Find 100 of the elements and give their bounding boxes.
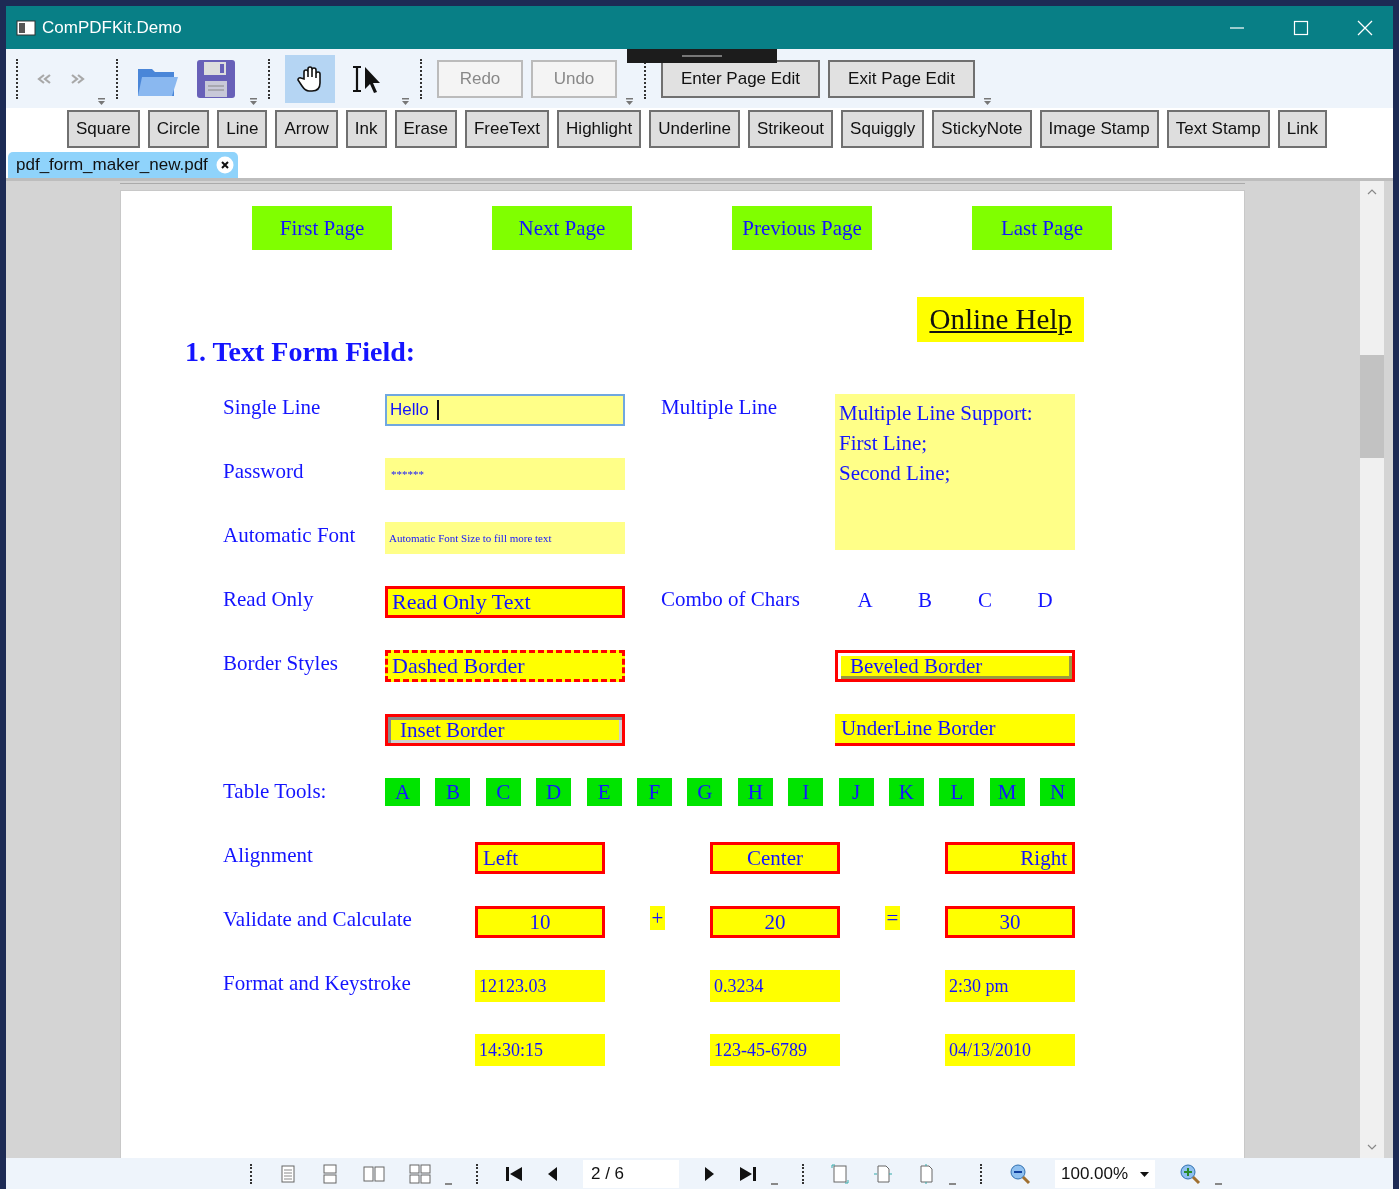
table-tool-button[interactable]: J	[838, 778, 874, 806]
app-icon	[16, 19, 36, 36]
zoom-dropdown[interactable]: 100.00%	[1055, 1159, 1156, 1188]
pdf-nav-button[interactable]: First Page	[252, 206, 392, 250]
text-line: First Line;	[839, 430, 928, 457]
table-tool-button[interactable]: D	[536, 778, 572, 806]
table-tool-button[interactable]: H	[737, 778, 773, 806]
table-tool-button[interactable]: F	[636, 778, 672, 806]
annotation-tool-button[interactable]: Ink	[345, 110, 387, 148]
text-field[interactable]: Hello	[385, 394, 625, 426]
text-line: Second Line;	[839, 460, 951, 487]
table-tool-button[interactable]: C	[485, 778, 521, 806]
annotation-tool-button[interactable]: Highlight	[557, 110, 642, 148]
annotation-tool-button[interactable]: Underline	[649, 110, 740, 148]
field-label: Password	[223, 458, 305, 485]
zoom-in-icon[interactable]	[1179, 1162, 1202, 1185]
text-field[interactable]: Right	[945, 842, 1075, 874]
text-field[interactable]: Beveled Border	[835, 650, 1075, 682]
text-field[interactable]: 04/13/2010	[945, 1034, 1075, 1066]
annotation-tool-button[interactable]: Square	[67, 110, 140, 148]
text-field[interactable]: 14:30:15	[475, 1034, 605, 1066]
multiline-text-field[interactable]: Multiple Line Support: First Line; Second Line;	[835, 394, 1075, 550]
table-tool-button[interactable]: L	[939, 778, 975, 806]
overflow-icon[interactable]	[249, 98, 258, 105]
overflow-icon[interactable]	[401, 98, 410, 105]
toolbar-button[interactable]: Enter Page Edit	[661, 59, 821, 98]
tab-label[interactable]: pdf_form_maker_new.pdf	[16, 155, 208, 175]
text-field[interactable]: Dashed Border	[385, 650, 625, 682]
fit-height-icon[interactable]	[917, 1163, 935, 1184]
text-field[interactable]: Read Only Text	[385, 586, 625, 618]
online-help-link[interactable]: Online Help	[917, 297, 1084, 342]
toolbar-button[interactable]: Exit Page Edit	[828, 59, 975, 98]
fit-width-icon[interactable]	[873, 1163, 893, 1184]
annotation-tool-button[interactable]: Arrow	[275, 110, 338, 148]
pdf-nav-button[interactable]: Last Page	[972, 206, 1112, 250]
scroll-down-icon[interactable]	[1367, 1144, 1377, 1150]
scroll-up-icon[interactable]	[1367, 189, 1377, 195]
pdf-nav-button[interactable]: Next Page	[492, 206, 632, 250]
annotation-tool-button[interactable]: StickyNote	[932, 110, 1032, 148]
vertical-scrollbar[interactable]	[1360, 181, 1384, 1158]
operator-label: +	[649, 906, 666, 930]
text-field[interactable]: ******	[385, 458, 625, 490]
first-page-icon[interactable]	[505, 1164, 523, 1183]
annotation-tool-button[interactable]: Erase	[394, 110, 457, 148]
annotation-tool-button[interactable]: Strikeout	[748, 110, 834, 148]
text-field[interactable]: 123-45-6789	[710, 1034, 840, 1066]
annotation-tool-button[interactable]: Circle	[147, 110, 210, 148]
dock-handle-icon[interactable]	[627, 49, 777, 63]
annotation-tool-button[interactable]: FreeText	[464, 110, 550, 148]
overflow-icon[interactable]	[982, 98, 992, 105]
annotation-tool-button[interactable]: Line	[217, 110, 268, 148]
annotation-tool-button[interactable]: Image Stamp	[1039, 110, 1159, 148]
operator-label: =	[884, 906, 901, 930]
table-tool-button[interactable]: B	[435, 778, 471, 806]
page-number-field[interactable]: 2 / 6	[583, 1159, 679, 1188]
text-field[interactable]: 0.3234	[710, 970, 840, 1002]
table-tool-button[interactable]: K	[888, 778, 924, 806]
text-field[interactable]: Center	[710, 842, 840, 874]
overflow-icon[interactable]	[97, 98, 106, 105]
last-page-icon[interactable]	[739, 1164, 757, 1183]
table-tool-button[interactable]: G	[687, 778, 723, 806]
comb-character: D	[1036, 587, 1054, 614]
field-label: Alignment	[223, 842, 314, 869]
fit-page-icon[interactable]	[831, 1163, 849, 1184]
text-field[interactable]: Inset Border	[385, 714, 625, 746]
text-field[interactable]: 2:30 pm	[945, 970, 1075, 1002]
field-label: Validate and Calculate	[223, 906, 413, 933]
continuous-pages-icon[interactable]	[321, 1163, 339, 1184]
annotation-tool-button[interactable]: Text Stamp	[1166, 110, 1270, 148]
text-field[interactable]: 12123.03	[475, 970, 605, 1002]
comb-character: B	[917, 587, 933, 614]
pdf-nav-button[interactable]: Previous Page	[732, 206, 872, 250]
caret-icon[interactable]	[1140, 1170, 1150, 1177]
table-tool-button[interactable]: N	[1040, 778, 1076, 806]
hand-icon[interactable]	[285, 54, 335, 103]
text-field[interactable]: 20	[710, 906, 840, 938]
close-icon[interactable]	[215, 156, 234, 174]
text-field[interactable]: Automatic Font Size to fill more text	[385, 522, 625, 554]
annotation-tool-button[interactable]: Squiggly	[841, 110, 925, 148]
table-tool-button[interactable]: M	[989, 778, 1025, 806]
zoom-out-icon[interactable]	[1009, 1162, 1031, 1185]
text-field[interactable]: Left	[475, 842, 605, 874]
table-tool-button[interactable]: A	[385, 778, 420, 806]
field-label: Format and Keystroke	[223, 970, 412, 997]
scroll-thumb[interactable]	[1360, 355, 1384, 458]
maximize-icon[interactable]	[1293, 19, 1309, 36]
table-tool-button[interactable]: E	[586, 778, 622, 806]
previous-page-icon[interactable]	[547, 1164, 559, 1183]
comb-character: C	[977, 587, 993, 614]
single-page-icon[interactable]	[279, 1164, 297, 1183]
document-tab[interactable]: pdf_form_maker_new.pdf	[8, 152, 238, 178]
overflow-icon[interactable]	[625, 98, 634, 105]
text-field[interactable]: 30	[945, 906, 1075, 938]
text-field[interactable]: 10	[475, 906, 605, 938]
two-pages-icon[interactable]	[363, 1164, 385, 1183]
grid-pages-icon[interactable]	[409, 1163, 431, 1184]
next-page-icon[interactable]	[703, 1164, 715, 1183]
annotation-tool-button[interactable]: Link	[1277, 110, 1327, 148]
table-tool-button[interactable]: I	[788, 778, 824, 806]
text-field[interactable]: UnderLine Border	[835, 714, 1075, 746]
